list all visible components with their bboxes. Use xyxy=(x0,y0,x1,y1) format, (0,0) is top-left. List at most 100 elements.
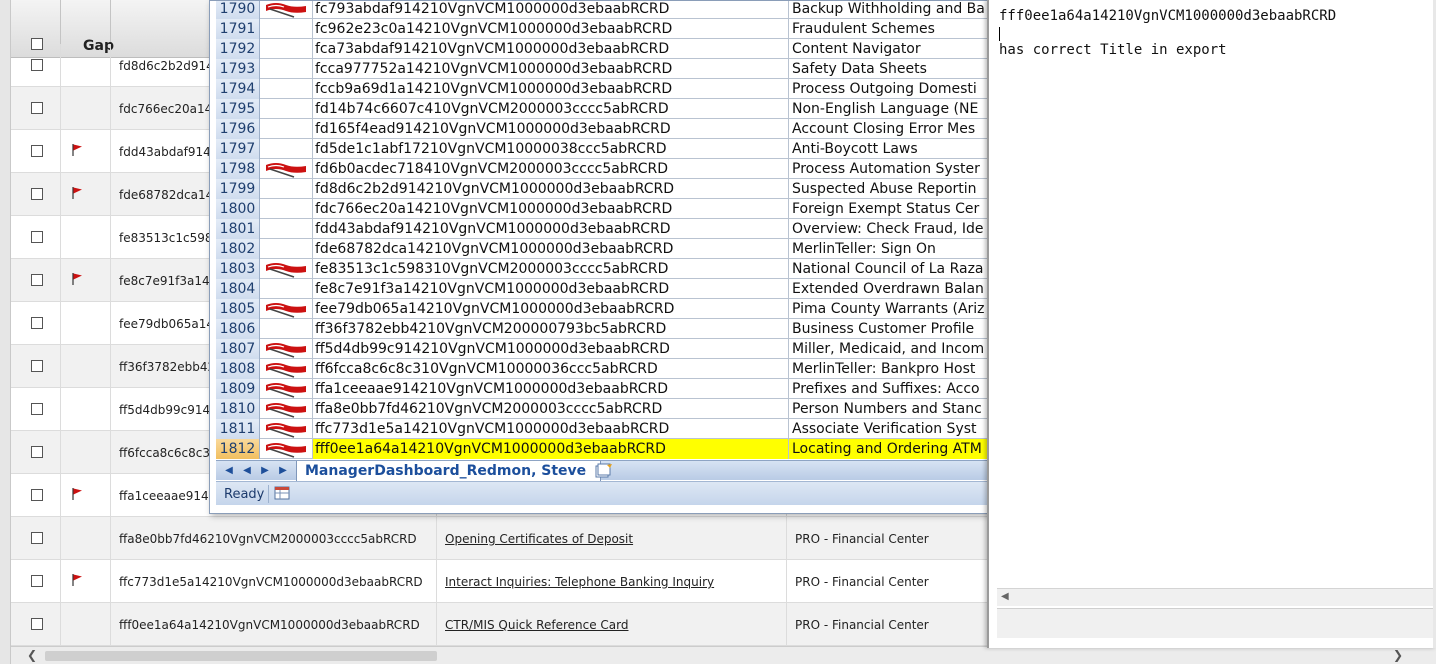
spreadsheet-row[interactable]: 1799 fd8d6c2b2d914210VgnVCM1000000d3ebaab… xyxy=(216,179,990,199)
id-cell[interactable]: ff6fcca8c6c8c310VgnVCM10000036ccc5abRCRD xyxy=(313,359,789,379)
row-checkbox[interactable] xyxy=(31,403,43,415)
scrollbar-thumb[interactable] xyxy=(45,651,437,661)
spreadsheet-row[interactable]: 1800 fdc766ec20a14210VgnVCM1000000d3ebaab… xyxy=(216,199,990,219)
id-cell[interactable]: fca73abdaf914210VgnVCM1000000d3ebaabRCRD xyxy=(313,39,789,59)
flag-cell[interactable] xyxy=(260,199,313,219)
spreadsheet-row[interactable]: 1809 ffa1ceeaae914210VgnVCM1000000d3ebaab… xyxy=(216,379,990,399)
spreadsheet-row[interactable]: 1793 fcca977752a14210VgnVCM1000000d3ebaab… xyxy=(216,59,990,79)
flag-cell[interactable] xyxy=(260,59,313,79)
id-cell[interactable]: fd8d6c2b2d914210VgnVCM1000000d3ebaabRCRD xyxy=(313,179,789,199)
flag-cell[interactable] xyxy=(260,139,313,159)
flag-cell[interactable] xyxy=(260,379,313,399)
flag-cell[interactable] xyxy=(260,359,313,379)
flag-cell[interactable] xyxy=(260,39,313,59)
row-number[interactable]: 1796 xyxy=(216,119,260,139)
flag-cell[interactable] xyxy=(260,239,313,259)
flag-cell[interactable] xyxy=(260,159,313,179)
title-cell[interactable]: National Council of La Raza xyxy=(789,259,990,279)
flag-cell[interactable] xyxy=(260,339,313,359)
title-cell[interactable]: Anti-Boycott Laws xyxy=(789,139,990,159)
notepad-text-line-1[interactable]: fff0ee1a64a14210VgnVCM1000000d3ebaabRCRD xyxy=(999,8,1336,24)
title-cell[interactable]: Extended Overdrawn Balan xyxy=(789,279,990,299)
spreadsheet-row[interactable]: 1806 ff36f3782ebb4210VgnVCM200000793bc5ab… xyxy=(216,319,990,339)
flag-cell[interactable] xyxy=(260,79,313,99)
spreadsheet-row[interactable]: 1791 fc962e23c0a14210VgnVCM1000000d3ebaab… xyxy=(216,19,990,39)
title-cell[interactable]: Non-English Language (NE xyxy=(789,99,990,119)
insert-sheet-icon[interactable] xyxy=(594,463,614,479)
flag-cell[interactable] xyxy=(260,319,313,339)
flag-cell[interactable] xyxy=(260,19,313,39)
id-cell[interactable]: fe83513c1c598310VgnVCM2000003cccc5abRCRD xyxy=(313,259,789,279)
id-cell[interactable]: fff0ee1a64a14210VgnVCM1000000d3ebaabRCRD xyxy=(313,439,789,459)
row-number[interactable]: 1806 xyxy=(216,319,260,339)
title-cell[interactable]: Overview: Check Fraud, Ide xyxy=(789,219,990,239)
title-cell[interactable]: Person Numbers and Stanc xyxy=(789,399,990,419)
spreadsheet-row[interactable]: 1802 fde68782dca14210VgnVCM1000000d3ebaab… xyxy=(216,239,990,259)
row-number[interactable]: 1805 xyxy=(216,299,260,319)
id-cell[interactable]: fe8c7e91f3a14210VgnVCM1000000d3ebaabRCRD xyxy=(313,279,789,299)
title-cell[interactable]: Process Outgoing Domesti xyxy=(789,79,990,99)
spreadsheet-row[interactable]: 1790 fc793abdaf914210VgnVCM1000000d3ebaab… xyxy=(216,1,990,19)
id-cell[interactable]: fd5de1c1abf17210VgnVCM10000038ccc5abRCRD xyxy=(313,139,789,159)
title-cell[interactable]: Suspected Abuse Reportin xyxy=(789,179,990,199)
row-number[interactable]: 1809 xyxy=(216,379,260,399)
flag-cell[interactable] xyxy=(260,439,313,459)
row-number[interactable]: 1797 xyxy=(216,139,260,159)
title-cell[interactable]: Locating and Ordering ATM xyxy=(789,439,990,459)
title-cell[interactable]: Safety Data Sheets xyxy=(789,59,990,79)
row-checkbox[interactable] xyxy=(31,618,43,630)
row-number[interactable]: 1808 xyxy=(216,359,260,379)
row-title-link[interactable]: Interact Inquiries: Telephone Banking In… xyxy=(445,575,714,589)
id-cell[interactable]: ffa1ceeaae914210VgnVCM1000000d3ebaabRCRD xyxy=(313,379,789,399)
flag-cell[interactable] xyxy=(260,119,313,139)
row-number[interactable]: 1799 xyxy=(216,179,260,199)
next-sheet-icon[interactable]: ▶ xyxy=(258,463,272,479)
flag-cell[interactable] xyxy=(260,179,313,199)
row-number[interactable]: 1802 xyxy=(216,239,260,259)
spreadsheet-row[interactable]: 1794 fccb9a69d1a14210VgnVCM1000000d3ebaab… xyxy=(216,79,990,99)
flag-cell[interactable] xyxy=(260,279,313,299)
row-checkbox[interactable] xyxy=(31,360,43,372)
row-checkbox[interactable] xyxy=(31,145,43,157)
id-cell[interactable]: fde68782dca14210VgnVCM1000000d3ebaabRCRD xyxy=(313,239,789,259)
spreadsheet-row[interactable]: 1792 fca73abdaf914210VgnVCM1000000d3ebaab… xyxy=(216,39,990,59)
id-cell[interactable]: fd6b0acdec718410VgnVCM2000003cccc5abRCRD xyxy=(313,159,789,179)
row-checkbox[interactable] xyxy=(31,274,43,286)
flag-cell[interactable] xyxy=(260,99,313,119)
prev-sheet-icon[interactable]: ◀ xyxy=(240,463,254,479)
title-cell[interactable]: Pima County Warrants (Ariz xyxy=(789,299,990,319)
notepad-horizontal-scrollbar[interactable]: ◀ xyxy=(997,588,1436,606)
row-checkbox[interactable] xyxy=(31,317,43,329)
spreadsheet-row[interactable]: 1805 fee79db065a14210VgnVCM1000000d3ebaab… xyxy=(216,299,990,319)
row-number[interactable]: 1804 xyxy=(216,279,260,299)
title-cell[interactable]: Fraudulent Schemes xyxy=(789,19,990,39)
title-cell[interactable]: MerlinTeller: Bankpro Host xyxy=(789,359,990,379)
row-number[interactable]: 1812 xyxy=(216,439,260,459)
horizontal-scrollbar[interactable]: ❮ ❯ xyxy=(11,646,1436,664)
row-number[interactable]: 1791 xyxy=(216,19,260,39)
spreadsheet-row[interactable]: 1811 ffc773d1e5a14210VgnVCM1000000d3ebaab… xyxy=(216,419,990,439)
row-number[interactable]: 1801 xyxy=(216,219,260,239)
id-cell[interactable]: fcca977752a14210VgnVCM1000000d3ebaabRCRD xyxy=(313,59,789,79)
row-title-link[interactable]: Opening Certificates of Deposit xyxy=(445,532,633,546)
row-checkbox[interactable] xyxy=(31,231,43,243)
title-cell[interactable]: Associate Verification Syst xyxy=(789,419,990,439)
row-checkbox[interactable] xyxy=(31,188,43,200)
row-number[interactable]: 1810 xyxy=(216,399,260,419)
last-sheet-icon[interactable]: ▶​ xyxy=(276,463,290,479)
scroll-left-icon[interactable]: ◀ xyxy=(1001,591,1009,602)
title-cell[interactable]: Account Closing Error Mes xyxy=(789,119,990,139)
id-cell[interactable]: ffa8e0bb7fd46210VgnVCM2000003cccc5abRCRD xyxy=(313,399,789,419)
row-number[interactable]: 1811 xyxy=(216,419,260,439)
row-number[interactable]: 1803 xyxy=(216,259,260,279)
spreadsheet-row[interactable]: 1797 fd5de1c1abf17210VgnVCM10000038ccc5ab… xyxy=(216,139,990,159)
row-checkbox[interactable] xyxy=(31,532,43,544)
spreadsheet-row[interactable]: 1804 fe8c7e91f3a14210VgnVCM1000000d3ebaab… xyxy=(216,279,990,299)
spreadsheet-row[interactable]: 1807 ff5d4db99c914210VgnVCM1000000d3ebaab… xyxy=(216,339,990,359)
title-cell[interactable]: Business Customer Profile xyxy=(789,319,990,339)
flag-cell[interactable] xyxy=(260,399,313,419)
row-number[interactable]: 1795 xyxy=(216,99,260,119)
title-cell[interactable]: Miller, Medicaid, and Incom xyxy=(789,339,990,359)
title-cell[interactable]: MerlinTeller: Sign On xyxy=(789,239,990,259)
row-number[interactable]: 1807 xyxy=(216,339,260,359)
